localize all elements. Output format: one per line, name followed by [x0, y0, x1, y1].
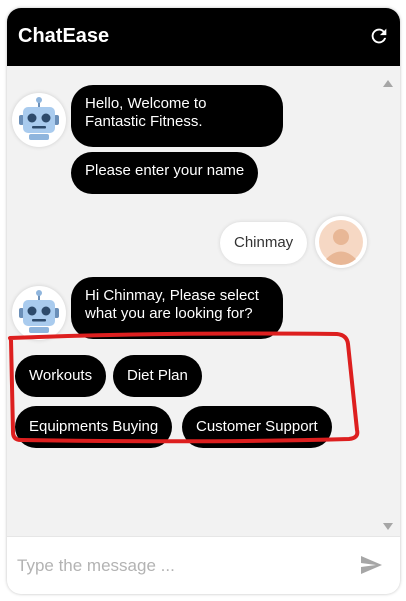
chat-messages[interactable]: Hello, Welcome to Fantastic Fitness. Ple… [7, 66, 375, 536]
robot-avatar-icon [19, 97, 59, 140]
bot-message-welcome: Hello, Welcome to Fantastic Fitness. [71, 85, 283, 147]
message-input[interactable] [17, 550, 337, 582]
chat-scrollbar[interactable] [375, 66, 400, 536]
message-input-bar [7, 536, 400, 594]
bot-message-name-prompt: Please enter your name [71, 152, 259, 194]
refresh-icon[interactable] [368, 25, 390, 47]
scroll-down-arrow[interactable] [383, 523, 393, 530]
chat-widget: ChatEase Hello, Welcome to Fantastic Fit… [7, 8, 400, 594]
app-title: ChatEase [18, 25, 110, 47]
scroll-up-arrow[interactable] [383, 80, 393, 87]
user-message: Chinmay [220, 222, 308, 264]
send-icon[interactable] [358, 553, 384, 577]
bot-avatar [12, 93, 66, 147]
chat-header: ChatEase [7, 8, 400, 66]
highlight-annotation [8, 331, 360, 444]
user-avatar-icon [319, 220, 363, 265]
user-avatar [315, 216, 367, 268]
